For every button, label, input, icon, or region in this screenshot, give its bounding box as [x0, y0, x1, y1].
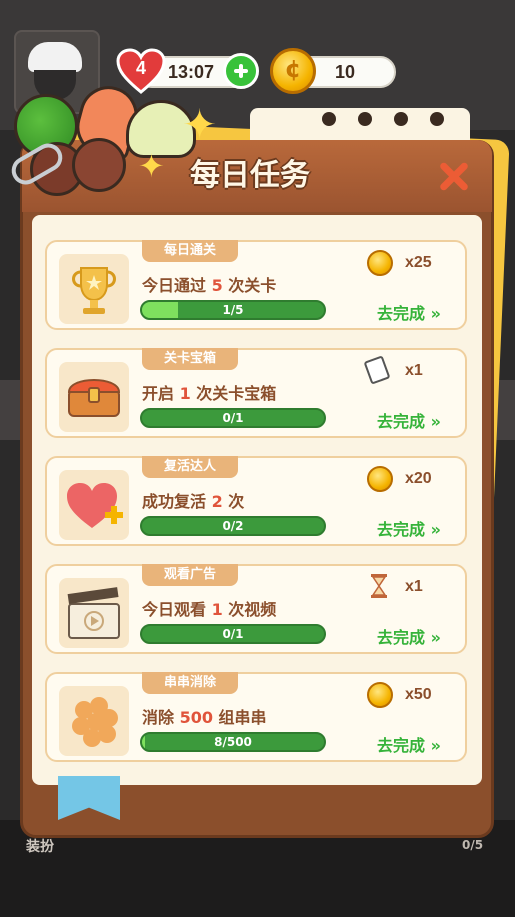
task-progress-bar: 0/1 [140, 624, 326, 644]
skewer-icon [59, 686, 129, 756]
task-desc-suffix: 次视频 [222, 600, 277, 619]
task-desc-prefix: 今日通过 [142, 276, 212, 295]
task-description: 开启 1 次关卡宝箱 [142, 380, 276, 404]
task-progress-bar: 0/2 [140, 516, 326, 536]
close-button[interactable] [432, 156, 476, 196]
paper-icon [363, 355, 391, 385]
task-tag: 复活达人 [142, 456, 238, 478]
task-desc-prefix: 今日观看 [142, 600, 212, 619]
heart-plus-icon [59, 470, 129, 540]
reward-quantity: x50 [405, 686, 432, 703]
task-desc-suffix: 组串串 [212, 708, 267, 727]
task-progress-bar: 8/500 [140, 732, 326, 752]
task-progress-text: 8/500 [214, 735, 252, 749]
sparkle-icon: ✦ [182, 100, 218, 149]
notebook-ring [430, 112, 444, 126]
task-desc-suffix: 次关卡宝箱 [190, 384, 277, 403]
add-lives-button[interactable] [223, 53, 259, 89]
task-desc-suffix: 次关卡 [222, 276, 277, 295]
coin-icon [367, 250, 393, 276]
lives-timer: 13:07 [168, 62, 215, 82]
task-description: 今日观看 1 次视频 [142, 596, 276, 620]
task-progress-bar: 0/1 [140, 408, 326, 428]
meat-slice-icon [72, 138, 126, 192]
go-complete-button[interactable]: 去完成 » [377, 516, 441, 540]
task-desc-suffix: 次 [222, 492, 245, 511]
task-progress-text: 0/2 [222, 519, 244, 533]
task-description: 成功复活 2 次 [142, 488, 244, 512]
notebook-ring [322, 112, 336, 126]
task-progress-text: 0/1 [222, 411, 244, 425]
dress-up-label[interactable]: 装扮 [26, 836, 54, 856]
notebook-ring [358, 112, 372, 126]
task-card: 每日通关今日通过 5 次关卡 1/5 x25 去完成 » [45, 240, 467, 330]
go-complete-button[interactable]: 去完成 » [377, 408, 441, 432]
coin-icon [367, 682, 393, 708]
task-desc-prefix: 消除 [142, 708, 180, 727]
task-desc-prefix: 开启 [142, 384, 180, 403]
task-description: 今日通过 5 次关卡 [142, 272, 276, 296]
hourglass-icon [371, 574, 387, 598]
go-complete-button[interactable]: 去完成 » [377, 732, 441, 756]
sparkle-icon: ✦ [138, 147, 165, 185]
task-card: 观看广告今日观看 1 次视频 0/1 x1 去完成 » [45, 564, 467, 654]
task-desc-number: 5 [211, 276, 223, 295]
trophy-icon [59, 254, 129, 324]
task-tag: 观看广告 [142, 564, 238, 586]
coin-icon [270, 48, 316, 94]
task-desc-number: 500 [179, 708, 213, 727]
reward-quantity: x1 [405, 578, 423, 595]
video-clapperboard-icon [59, 578, 129, 648]
go-complete-button[interactable]: 去完成 » [377, 300, 441, 324]
task-desc-prefix: 成功复活 [142, 492, 212, 511]
task-desc-number: 1 [179, 384, 191, 403]
task-progress-bar: 1/5 [140, 300, 326, 320]
reward-quantity: x1 [405, 362, 423, 379]
chef-hat-icon [28, 42, 82, 72]
coins-count: 10 [334, 62, 356, 82]
task-description: 消除 500 组串串 [142, 704, 267, 728]
task-tag: 关卡宝箱 [142, 348, 238, 370]
task-card: 复活达人成功复活 2 次 0/2 x20 去完成 » [45, 456, 467, 546]
bottom-progress-label: 0/5 [462, 838, 484, 852]
task-tag: 每日通关 [142, 240, 238, 262]
task-card: 关卡宝箱开启 1 次关卡宝箱 0/1 x1 去完成 » [45, 348, 467, 438]
task-progress-text: 1/5 [222, 303, 244, 317]
notebook-ring [394, 112, 408, 126]
treasure-chest-icon [59, 362, 129, 432]
coin-icon [367, 466, 393, 492]
task-desc-number: 2 [211, 492, 223, 511]
task-progress-text: 0/1 [222, 627, 244, 641]
reward-quantity: x25 [405, 254, 432, 271]
task-tag: 串串消除 [142, 672, 238, 694]
reward-quantity: x20 [405, 470, 432, 487]
task-card: 串串消除消除 500 组串串 8/500 x50 去完成 » [45, 672, 467, 762]
go-complete-button[interactable]: 去完成 » [377, 624, 441, 648]
task-desc-number: 1 [211, 600, 223, 619]
lives-count: 4 [135, 58, 146, 78]
